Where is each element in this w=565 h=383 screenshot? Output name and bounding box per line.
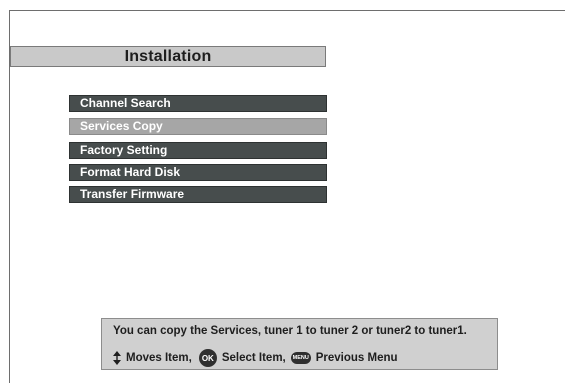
menu-item-channel-search[interactable]: Channel Search [69, 95, 327, 112]
help-text: You can copy the Services, tuner 1 to tu… [113, 325, 467, 337]
page-title-bar: Installation [10, 46, 326, 67]
menu-item-services-copy[interactable]: Services Copy [69, 118, 327, 135]
menu-button-icon: MENU [290, 352, 311, 364]
menu-item-transfer-firmware[interactable]: Transfer Firmware [69, 186, 327, 203]
menu-item-format-hard-disk[interactable]: Format Hard Disk [69, 164, 327, 181]
key-hints: Moves Item, OK Select Item, MENU Previou… [113, 349, 398, 367]
ok-button-icon: OK [198, 349, 217, 367]
select-item-label: Select Item, [221, 352, 286, 364]
moves-item-label: Moves Item, [126, 352, 192, 364]
previous-menu-label: Previous Menu [315, 352, 398, 364]
up-down-arrow-icon [113, 351, 121, 365]
page-title: Installation [124, 47, 212, 65]
screen-frame-top [9, 10, 565, 11]
help-panel: You can copy the Services, tuner 1 to tu… [101, 318, 498, 370]
menu-item-factory-setting[interactable]: Factory Setting [69, 142, 327, 159]
